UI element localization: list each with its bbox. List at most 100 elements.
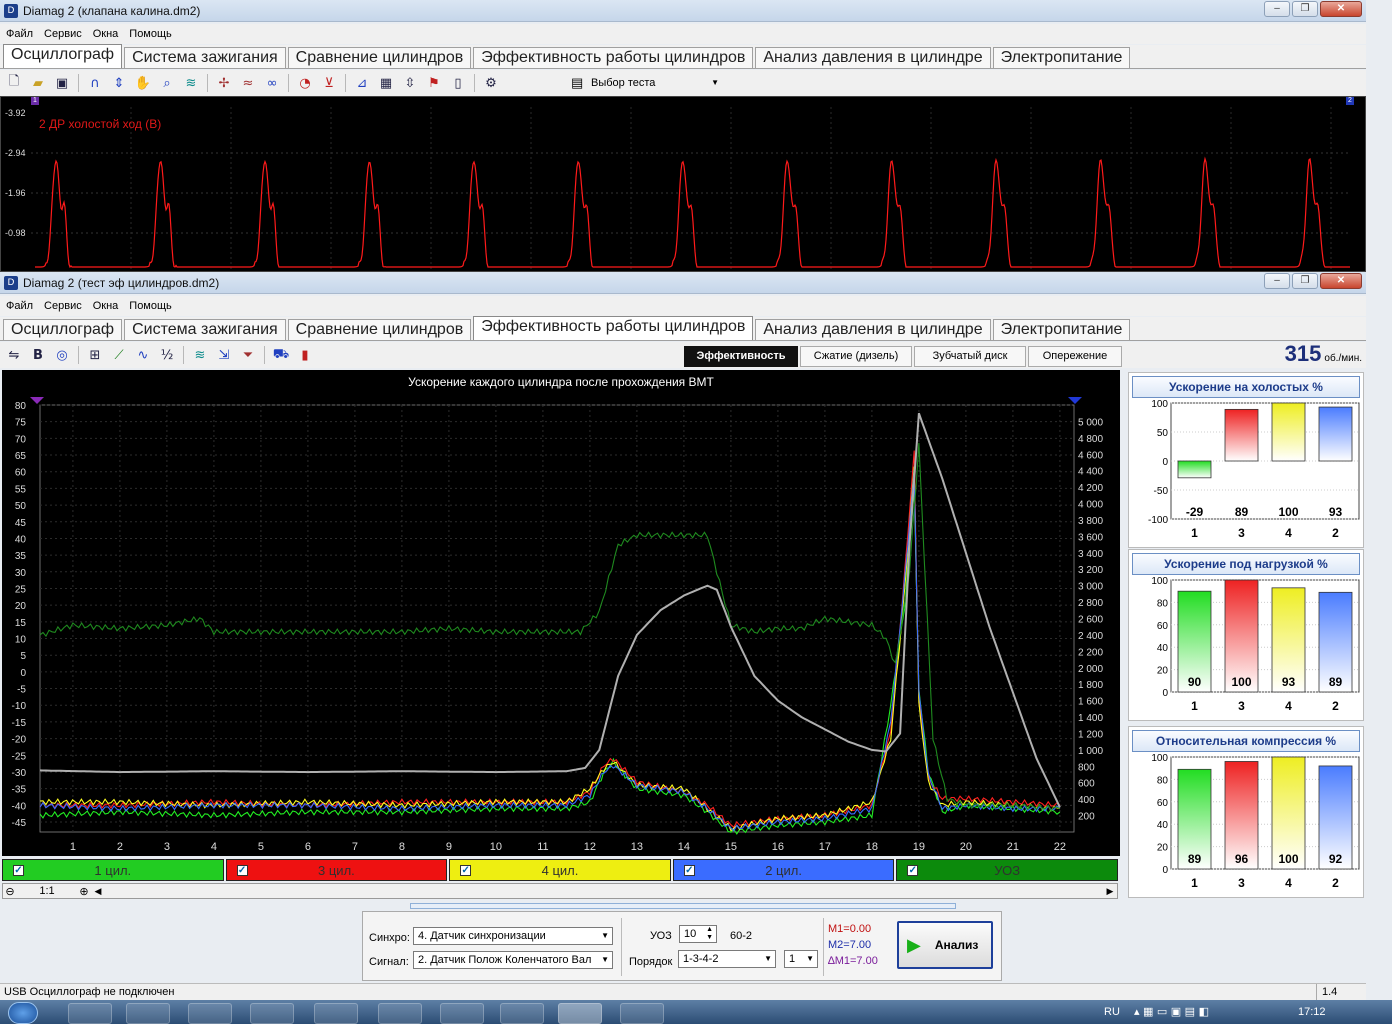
tab-cylinder-compare[interactable]: Сравнение цилиндров (287, 319, 472, 340)
scroll-left-icon[interactable]: ◀ (91, 886, 105, 897)
legend-item-cyl1[interactable]: ✓ 1 цил. (2, 859, 224, 881)
filter-icon[interactable]: ≋ (190, 345, 210, 365)
tab-oscilloscope[interactable]: Осциллограф (3, 319, 123, 340)
window2-titlebar[interactable]: D Diamag 2 (тест эф цилиндров.dm2) – ❐ ✕ (0, 272, 1366, 294)
tab-cylinder-efficiency[interactable]: Эффективность работы цилиндров (473, 316, 754, 340)
start-button[interactable] (8, 1002, 38, 1024)
subtab-compression-diesel[interactable]: Сжатие (дизель) (800, 346, 912, 367)
wave-icon[interactable]: ≈ (238, 73, 258, 93)
menu-service[interactable]: Сервис (44, 28, 82, 40)
menu-windows[interactable]: Окна (93, 300, 119, 312)
horizontal-scrollbar[interactable]: ⊖ 1:1 ⊕ ◀ ▶ (2, 883, 1118, 899)
vertical-scale-icon[interactable]: ⇕ (109, 73, 129, 93)
menu-help[interactable]: Помощь (129, 28, 172, 40)
taskbar-vk-icon[interactable] (378, 1003, 422, 1024)
tab-cylinder-compare[interactable]: Сравнение цилиндров (287, 47, 472, 68)
subtab-gear-disk[interactable]: Зубчатый диск (914, 346, 1026, 367)
language-indicator[interactable]: RU (1104, 1006, 1120, 1018)
cursor-icon[interactable]: ✢ (214, 73, 234, 93)
overlay-icon[interactable]: ∞ (262, 73, 282, 93)
zoom-out-icon[interactable]: ⊖ (3, 885, 17, 898)
measure-icon[interactable]: ⊿ (352, 73, 372, 93)
taskbar-diamag-icon[interactable] (558, 1003, 602, 1024)
tab-power-supply[interactable]: Электропитание (992, 319, 1131, 340)
order-icon[interactable]: ⇲ (214, 345, 234, 365)
taskbar-explorer-icon[interactable] (68, 1003, 112, 1024)
maximize-button[interactable]: ❐ (1292, 273, 1318, 289)
minimize-button[interactable]: – (1264, 273, 1290, 289)
close-button[interactable]: ✕ (1320, 273, 1362, 289)
legend-item-cyl3[interactable]: ✓ 3 цил. (225, 859, 448, 881)
save-icon[interactable]: ▣ (52, 73, 72, 93)
tab-power-supply[interactable]: Электропитание (992, 47, 1131, 68)
tab-oscilloscope[interactable]: Осциллограф (3, 44, 123, 68)
bar-value-label: -29 (1186, 505, 1204, 519)
acceleration-chart[interactable]: Ускорение каждого цилиндра после прохожд… (2, 370, 1120, 856)
tab-ignition[interactable]: Система зажигания (124, 319, 286, 340)
bold-icon[interactable]: B (28, 345, 48, 365)
hand-icon[interactable]: ✋ (133, 73, 153, 93)
scale-icon[interactable]: ⊞ (85, 345, 105, 365)
legend-item-cyl4[interactable]: ✓ 4 цил. (449, 859, 671, 881)
menu-windows[interactable]: Окна (93, 28, 119, 40)
zoom-icon[interactable]: ⌕ (157, 73, 177, 93)
tab-cylinder-efficiency[interactable]: Эффективность работы цилиндров (473, 47, 754, 68)
menu-help[interactable]: Помощь (129, 300, 172, 312)
flag-icon[interactable]: ⚑ (424, 73, 444, 93)
taskbar-media-icon[interactable] (126, 1003, 170, 1024)
order-select[interactable]: 1-3-4-2 ▼ (678, 950, 776, 968)
vvt-icon[interactable]: ∿ (133, 345, 153, 365)
osc-marker-left[interactable]: 1 (31, 97, 39, 105)
taskbar-firefox-icon[interactable] (188, 1003, 232, 1024)
test-select[interactable]: ▤ Выбор теста ▼ (567, 73, 723, 93)
legend-item-cyl2[interactable]: ✓ 2 цил. (672, 859, 895, 881)
taskbar-flash-icon[interactable] (314, 1003, 358, 1024)
maximize-button[interactable]: ❐ (1292, 1, 1318, 17)
new-file-icon[interactable]: 🗋 (4, 73, 24, 93)
auto-settings-icon[interactable]: ⚙ (481, 73, 501, 93)
legend-item-uoz[interactable]: ✓ УОЗ (896, 859, 1118, 881)
taskbar-app-icon[interactable] (440, 1003, 484, 1024)
pan-icon[interactable]: ⇋ (4, 345, 24, 365)
order-num-select[interactable]: 1 ▼ (784, 950, 818, 968)
menu-file[interactable]: Файл (6, 300, 33, 312)
minimize-button[interactable]: – (1264, 1, 1290, 17)
signal-select[interactable]: 2. Датчик Полож Коленчатого Вал ▼ (413, 951, 613, 969)
trend-icon[interactable]: ⟋ (109, 345, 129, 365)
car-icon[interactable]: ⛟ (271, 345, 291, 365)
taskbar-chrome-icon[interactable] (500, 1003, 544, 1024)
tab-pressure-analysis[interactable]: Анализ давления в цилиндре (755, 319, 991, 340)
taskbar-utorrent-icon[interactable] (250, 1003, 294, 1024)
trigger-icon[interactable]: ⊻ (319, 73, 339, 93)
loop-icon[interactable]: ∩ (85, 73, 105, 93)
tab-pressure-analysis[interactable]: Анализ давления в цилиндре (755, 47, 991, 68)
taskbar-paint-icon[interactable] (620, 1003, 664, 1024)
window1-titlebar[interactable]: D Diamag 2 (клапана калина.dm2) – ❐ ✕ (0, 0, 1366, 22)
zoom-in-icon[interactable]: ⊕ (77, 885, 91, 898)
close-button[interactable]: ✕ (1320, 1, 1362, 17)
spinner-arrows-icon[interactable]: ▲ ▼ (706, 926, 713, 942)
subtab-advance[interactable]: Опережение (1028, 346, 1122, 367)
filter-icon[interactable]: ≋ (181, 73, 201, 93)
half-icon[interactable]: ½ (157, 345, 177, 365)
split-icon[interactable]: ⇳ (400, 73, 420, 93)
uoz-spinner[interactable]: 10 ▲ ▼ (679, 925, 717, 943)
clock[interactable]: 17:12 (1298, 1006, 1326, 1018)
funnel-icon[interactable]: ⏷ (238, 345, 258, 365)
document-icon[interactable]: ▯ (448, 73, 468, 93)
auto-icon[interactable]: ◔ (295, 73, 315, 93)
tab-ignition[interactable]: Система зажигания (124, 47, 286, 68)
menu-service[interactable]: Сервис (44, 300, 82, 312)
bar-icon[interactable]: ▮ (295, 345, 315, 365)
analyze-button[interactable]: ▶ Анализ (897, 921, 993, 969)
open-folder-icon[interactable]: ▰ (28, 73, 48, 93)
splitter[interactable] (410, 903, 956, 909)
rpm-icon[interactable]: ◎ (52, 345, 72, 365)
subtab-efficiency[interactable]: Эффективность (684, 346, 798, 367)
scroll-right-icon[interactable]: ▶ (1103, 886, 1117, 897)
table-icon[interactable]: ▦ (376, 73, 396, 93)
osc-marker-right[interactable]: 2 (1346, 97, 1354, 105)
oscilloscope-view[interactable]: 2 ДР холостой ход (В) -3.92 -2.94 -1.96 … (0, 96, 1366, 273)
sync-select[interactable]: 4. Датчик синхронизации ▼ (413, 927, 613, 945)
menu-file[interactable]: Файл (6, 28, 33, 40)
